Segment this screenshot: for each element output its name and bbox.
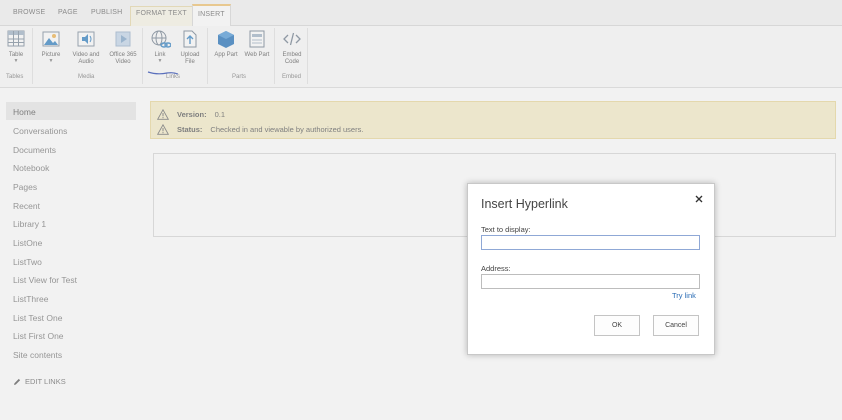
- ok-button[interactable]: OK: [594, 315, 640, 336]
- text-to-display-label: Text to display:: [481, 225, 531, 234]
- dialog-title: Insert Hyperlink: [481, 197, 568, 211]
- insert-hyperlink-dialog: Insert Hyperlink Text to display: Addres…: [467, 183, 715, 355]
- address-label: Address:: [481, 264, 511, 273]
- try-link[interactable]: Try link: [672, 291, 696, 300]
- text-to-display-input[interactable]: [481, 235, 700, 250]
- close-icon[interactable]: [693, 193, 705, 205]
- modal-overlay: [0, 0, 842, 420]
- cancel-button[interactable]: Cancel: [653, 315, 699, 336]
- address-input[interactable]: [481, 274, 700, 289]
